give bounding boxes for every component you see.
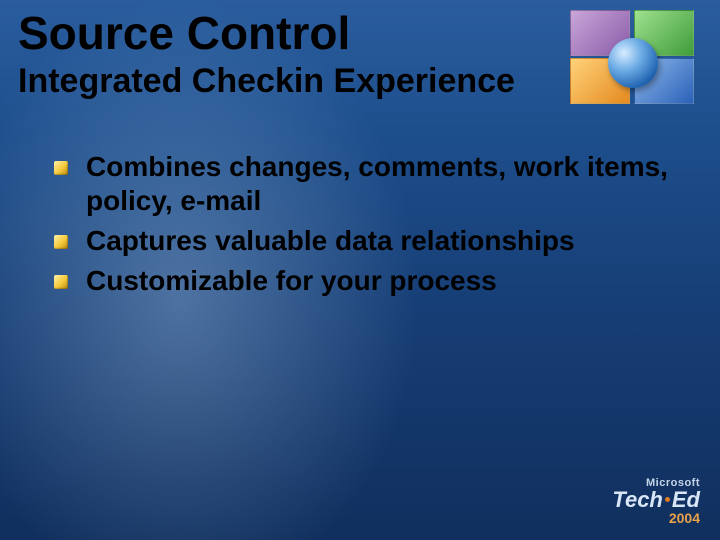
slide-title: Source Control bbox=[18, 6, 350, 60]
footer-logo: Microsoft TechEd 2004 bbox=[612, 477, 700, 526]
slide: Source Control Integrated Checkin Experi… bbox=[0, 0, 720, 540]
bullet-icon bbox=[54, 235, 68, 249]
bullet-icon bbox=[54, 161, 68, 175]
windows-logo-icon bbox=[570, 10, 698, 106]
dot-icon bbox=[665, 497, 670, 502]
bullet-icon bbox=[54, 275, 68, 289]
footer-event-a: Tech bbox=[612, 487, 663, 512]
bullet-text: Combines changes, comments, work items, … bbox=[86, 150, 680, 218]
list-item: Captures valuable data relationships bbox=[54, 224, 680, 258]
footer-brand: Microsoft bbox=[612, 477, 700, 489]
bullet-list: Combines changes, comments, work items, … bbox=[54, 150, 680, 305]
footer-event-b: Ed bbox=[672, 487, 700, 512]
bullet-text: Captures valuable data relationships bbox=[86, 224, 575, 258]
slide-subtitle: Integrated Checkin Experience bbox=[18, 62, 515, 101]
list-item: Customizable for your process bbox=[54, 264, 680, 298]
list-item: Combines changes, comments, work items, … bbox=[54, 150, 680, 218]
bullet-text: Customizable for your process bbox=[86, 264, 497, 298]
